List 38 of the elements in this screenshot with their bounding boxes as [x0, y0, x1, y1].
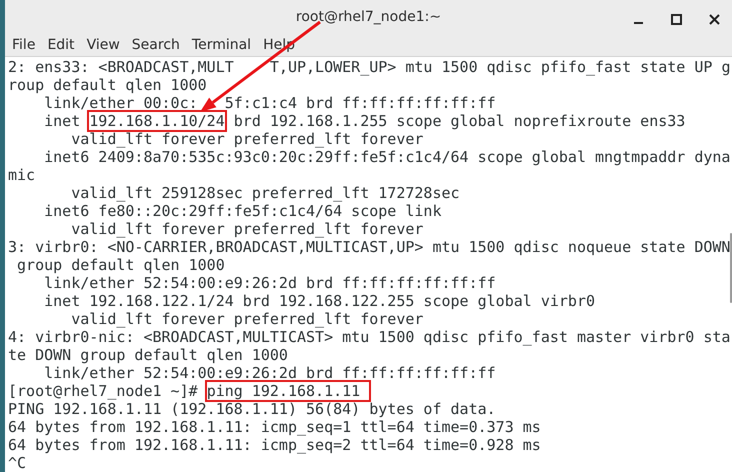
terminal-text: 2: ens33: <BROADCAST,MULT: [8, 58, 234, 76]
terminal-text: 3: virbr0: <NO-CARRIER,BROADCAST,MULTICAST,UP> mtu 1500 qdisc noqueue state DOWN: [8, 238, 730, 256]
terminal-text: link/ether 52:54:00:e9:26:2d brd ff:ff:ff:ff:ff:ff: [43, 274, 496, 292]
terminal-text: inet: [43, 112, 82, 130]
terminal-text: ^C: [8, 454, 26, 472]
terminal-text: [root@rhel7_node1 ~]#: [8, 382, 199, 400]
terminal-text: valid_lft forever preferred_lft forever: [70, 310, 424, 328]
terminal-text: 4: virbr0-nic: <BROADCAST,MULTICAST> mtu 1500 qdisc pfifo_fast master virbr0 sta: [8, 328, 730, 346]
terminal-text: group default qlen 1000: [16, 256, 225, 274]
menu-item[interactable]: File: [7, 36, 40, 53]
scrollbar-thumb[interactable]: [730, 233, 732, 303]
terminal-text: inet6 fe80::20c:29ff:fe5f:c1c4/64 scope link: [43, 202, 442, 220]
terminal-text: valid_lft forever preferred_lft forever: [70, 130, 424, 148]
menu-item[interactable]: Search: [126, 36, 185, 53]
menu-item[interactable]: Edit: [42, 36, 80, 53]
menu-item[interactable]: Terminal: [186, 36, 256, 53]
terminal-text: T,UP,LOWER_UP> mtu 1500 qdisc pfifo_fast state UP g: [268, 58, 730, 76]
terminal-text: link/ether 52:54:00:e9:26:2d brd ff:ff:ff:ff:ff:ff: [43, 364, 496, 382]
terminal-text: 5f:c1:c4 brd ff:ff:ff:ff:ff:ff: [224, 94, 496, 112]
terminal-text: valid_lft forever preferred_lft forever: [70, 220, 424, 238]
maximize-icon: [670, 14, 682, 24]
terminal-text: link/ether 00:0c:: [43, 94, 198, 112]
terminal-text: valid_lft 259128sec preferred_lft 172728sec: [70, 184, 460, 202]
terminal-text: PING 192.168.1.11 (192.168.1.11) 56(84) bytes of data.: [8, 400, 496, 418]
highlighted-text: 192.168.1.10/24: [89, 112, 225, 130]
terminal-text: inet6 2409:8a70:535c:93c0:20c:29ff:fe5f:c1c4/64 scope global mngtmpaddr dyna: [43, 148, 730, 166]
terminal-text: 64 bytes from 192.168.1.11: icmp_seq=2 ttl=64 time=0.928 ms: [8, 436, 541, 454]
terminal-text: mic: [8, 166, 36, 184]
minimize-icon: [634, 22, 642, 24]
terminal-text: roup default qlen 1000: [8, 76, 207, 94]
terminal-text: 64 bytes from 192.168.1.11: icmp_seq=1 ttl=64 time=0.373 ms: [8, 418, 541, 436]
window-title: root@rhel7_node1:~: [296, 8, 442, 25]
highlighted-text: ping 192.168.1.11: [206, 382, 370, 400]
terminal-text: brd 192.168.1.255 scope global noprefixroute ens33: [232, 112, 686, 130]
menu-item[interactable]: View: [82, 36, 125, 53]
close-icon: [708, 14, 720, 24]
terminal-text: inet 192.168.122.1/24 brd 192.168.122.255 scope global virbr0: [43, 292, 595, 310]
terminal-text: te DOWN group default qlen 1000: [8, 346, 288, 364]
